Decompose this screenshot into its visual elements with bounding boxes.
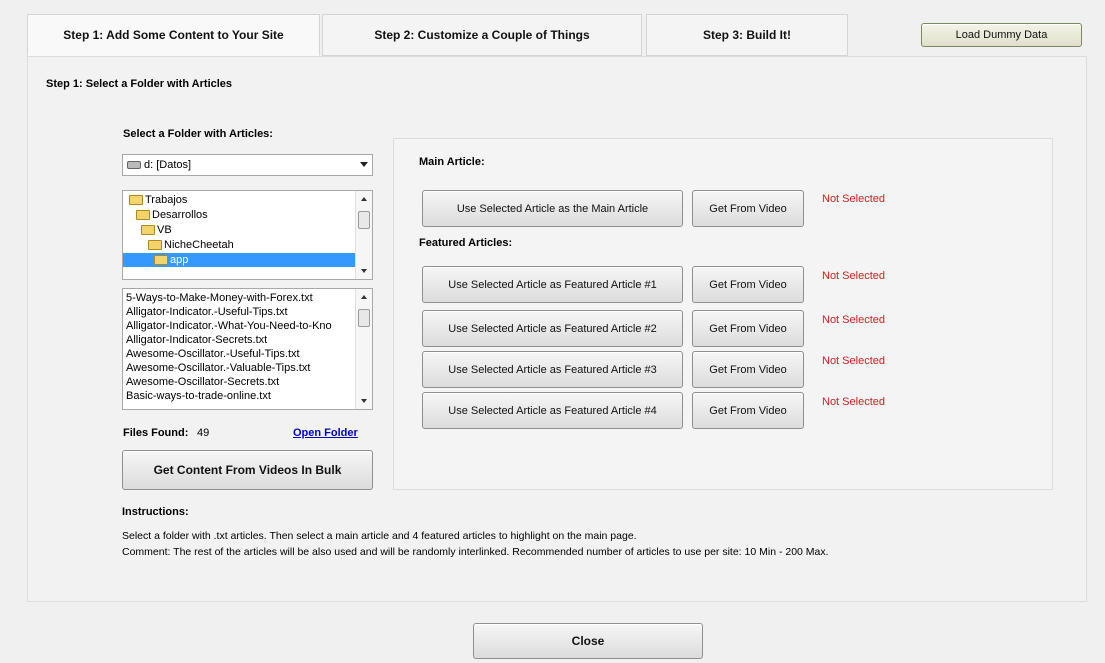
drive-select[interactable]: d: [Datos] — [122, 154, 373, 176]
featured-1-button[interactable]: Use Selected Article as Featured Article… — [422, 266, 683, 303]
featured-4-button[interactable]: Use Selected Article as Featured Article… — [422, 392, 683, 429]
folder-open-icon — [154, 255, 168, 265]
main-article-heading: Main Article: — [419, 156, 485, 168]
folder-label: Desarrollos — [152, 209, 208, 221]
tab-step-2[interactable]: Step 2: Customize a Couple of Things — [322, 14, 642, 56]
scroll-up-icon[interactable] — [361, 295, 367, 299]
file-item[interactable]: Alligator-Indicator.-Useful-Tips.txt — [126, 306, 288, 319]
scroll-down-icon[interactable] — [361, 269, 367, 273]
folder-item[interactable]: Trabajos — [129, 193, 187, 207]
folder-label: app — [170, 254, 189, 266]
featured-2-button[interactable]: Use Selected Article as Featured Article… — [422, 310, 683, 347]
file-item[interactable]: Awesome-Oscillator.-Valuable-Tips.txt — [126, 362, 310, 375]
featured-4-video-button[interactable]: Get From Video — [692, 392, 804, 429]
scroll-up-icon[interactable] — [361, 197, 367, 201]
folder-label: Trabajos — [145, 194, 188, 206]
chevron-down-icon[interactable] — [360, 162, 368, 167]
folder-item[interactable]: Desarrollos — [136, 208, 208, 222]
folder-open-icon — [129, 195, 143, 205]
tab-step-1[interactable]: Step 1: Add Some Content to Your Site — [27, 14, 320, 56]
tab-step-3[interactable]: Step 3: Build It! — [646, 14, 848, 56]
instructions-line-2: Comment: The rest of the articles will b… — [122, 546, 829, 558]
instructions-line-1: Select a folder with .txt articles. Then… — [122, 530, 637, 542]
featured-3-button[interactable]: Use Selected Article as Featured Article… — [422, 351, 683, 388]
file-item[interactable]: 5-Ways-to-Make-Money-with-Forex.txt — [126, 292, 313, 305]
file-list-scrollbar[interactable] — [355, 289, 372, 409]
app-window: Step 1: Add Some Content to Your Site St… — [0, 0, 1105, 663]
file-item[interactable]: Basic-ways-to-trade-online.txt — [126, 390, 271, 403]
directory-scrollbar[interactable] — [355, 191, 372, 279]
drive-icon — [127, 161, 141, 169]
featured-1-video-button[interactable]: Get From Video — [692, 266, 804, 303]
main-get-from-video-button[interactable]: Get From Video — [692, 190, 804, 227]
file-item[interactable]: Awesome-Oscillator-Secrets.txt — [126, 376, 279, 389]
scroll-down-icon[interactable] — [361, 399, 367, 403]
featured-4-status: Not Selected — [822, 396, 885, 408]
folder-open-icon — [141, 225, 155, 235]
featured-2-status: Not Selected — [822, 314, 885, 326]
close-button[interactable]: Close — [473, 623, 703, 659]
featured-1-status: Not Selected — [822, 270, 885, 282]
instructions-heading: Instructions: — [122, 506, 189, 518]
file-item[interactable]: Alligator-Indicator.-What-You-Need-to-Kn… — [126, 320, 332, 333]
featured-3-video-button[interactable]: Get From Video — [692, 351, 804, 388]
folder-item[interactable]: VB — [141, 223, 172, 237]
load-dummy-data-button[interactable]: Load Dummy Data — [921, 23, 1082, 47]
folder-label: VB — [157, 224, 172, 236]
featured-2-video-button[interactable]: Get From Video — [692, 310, 804, 347]
directory-list[interactable]: Trabajos Desarrollos VB NicheCheetah app — [122, 190, 373, 280]
file-item[interactable]: Awesome-Oscillator.-Useful-Tips.txt — [126, 348, 300, 361]
folder-label: NicheCheetah — [164, 239, 234, 251]
folder-item[interactable]: NicheCheetah — [148, 238, 234, 252]
open-folder-link[interactable]: Open Folder — [293, 427, 358, 439]
file-item[interactable]: Alligator-Indicator-Secrets.txt — [126, 334, 267, 347]
scroll-thumb[interactable] — [358, 211, 370, 229]
bulk-content-button[interactable]: Get Content From Videos In Bulk — [122, 450, 373, 490]
featured-heading: Featured Articles: — [419, 237, 513, 249]
files-found-count: 49 — [197, 427, 210, 439]
drive-value: d: [Datos] — [144, 159, 192, 171]
select-folder-label: Select a Folder with Articles: — [123, 128, 273, 140]
files-found-label: Files Found: — [123, 427, 189, 439]
folder-open-icon — [148, 240, 162, 250]
folder-open-icon — [136, 210, 150, 220]
scroll-thumb[interactable] — [358, 309, 370, 327]
folder-item-selected[interactable]: app — [123, 253, 356, 267]
panel-title: Step 1: Select a Folder with Articles — [46, 78, 233, 90]
main-article-button[interactable]: Use Selected Article as the Main Article — [422, 190, 683, 227]
main-status: Not Selected — [822, 193, 885, 205]
file-list[interactable]: 5-Ways-to-Make-Money-with-Forex.txt Alli… — [122, 288, 373, 410]
featured-3-status: Not Selected — [822, 355, 885, 367]
